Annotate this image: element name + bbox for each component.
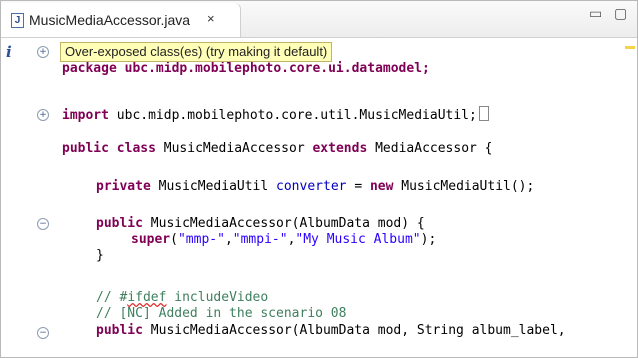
comment: // [NC] Added in the scenario 08 <box>96 306 347 321</box>
tab-bar: J MusicMediaAccessor.java × ▭ ▢ <box>1 1 637 38</box>
java-file-icon: J <box>11 13 24 28</box>
code-line: private MusicMediaUtil converter = new M… <box>96 179 534 195</box>
collapse-fold-icon[interactable]: − <box>37 218 49 230</box>
code-editor[interactable]: i + + − − package ubc.midp.mobilephoto.c… <box>1 38 637 357</box>
code-line: public MusicMediaAccessor(AlbumData mod,… <box>96 323 566 339</box>
tab-title: MusicMediaAccessor.java <box>29 12 191 28</box>
string-literal: "mmpi-" <box>232 232 288 247</box>
package-line: package ubc.midp.mobilephoto.core.ui.dat… <box>62 61 430 76</box>
collapsed-imports-box[interactable] <box>478 106 489 121</box>
keyword: public <box>62 141 109 156</box>
import-path: ubc.midp.mobilephoto.core.util.MusicMedi… <box>108 108 477 123</box>
field-name: converter <box>276 179 347 194</box>
constructor-signature: MusicMediaAccessor(AlbumData mod, String… <box>150 323 566 338</box>
code-line: package ubc.midp.mobilephoto.core.ui.dat… <box>62 61 430 77</box>
string-literal: "mmp-" <box>177 232 225 247</box>
maximize-icon[interactable]: ▢ <box>614 6 627 22</box>
vertical-ruler: i <box>1 38 19 357</box>
code-line: super("mmp-","mmpi-","My Music Album"); <box>131 232 437 247</box>
string-literal: "My Music Album" <box>295 232 421 247</box>
code-line: // #ifdef includeVideo <box>96 290 268 306</box>
comment: includeVideo <box>166 290 269 305</box>
expand-fold-icon[interactable]: + <box>37 46 49 58</box>
code-line: // [NC] Added in the scenario 08 <box>96 306 346 322</box>
code-line: import ubc.midp.mobilephoto.core.util.Mu… <box>62 106 489 124</box>
expand-fold-icon[interactable]: + <box>37 109 49 121</box>
code-line: public class MusicMediaAccessor extends … <box>62 141 493 157</box>
info-icon[interactable]: i <box>6 43 12 61</box>
tab-music-media-accessor[interactable]: J MusicMediaAccessor.java × <box>1 3 241 37</box>
code-line: public MusicMediaAccessor(AlbumData mod)… <box>96 216 425 232</box>
constructor-signature: MusicMediaAccessor(AlbumData mod) { <box>150 216 425 231</box>
constructor-call: MusicMediaUtil(); <box>401 179 535 194</box>
warning-tooltip: Over-exposed class(es) (try making it de… <box>60 42 333 62</box>
field-type: MusicMediaUtil <box>158 179 269 194</box>
operator: = <box>354 179 363 194</box>
keyword: public <box>96 216 143 231</box>
comment: // # <box>96 290 128 305</box>
superclass-name: MediaAccessor { <box>375 141 493 156</box>
warning-overview-marker[interactable] <box>625 46 635 49</box>
misspelled-word: ifdef <box>127 290 167 305</box>
keyword: private <box>96 179 151 194</box>
keyword: super <box>131 232 171 247</box>
keyword: extends <box>312 141 368 156</box>
minimize-icon[interactable]: ▭ <box>589 6 602 22</box>
collapse-fold-icon[interactable]: − <box>37 327 49 339</box>
keyword: class <box>116 141 156 156</box>
class-name: MusicMediaAccessor <box>163 141 305 156</box>
code-line: } <box>96 248 104 264</box>
keyword: new <box>369 179 394 194</box>
import-keyword: import <box>62 108 109 123</box>
closing-brace: } <box>96 248 104 263</box>
editor-window: J MusicMediaAccessor.java × ▭ ▢ i + + − … <box>0 0 638 358</box>
close-icon[interactable]: × <box>207 11 215 26</box>
keyword: public <box>96 323 143 338</box>
